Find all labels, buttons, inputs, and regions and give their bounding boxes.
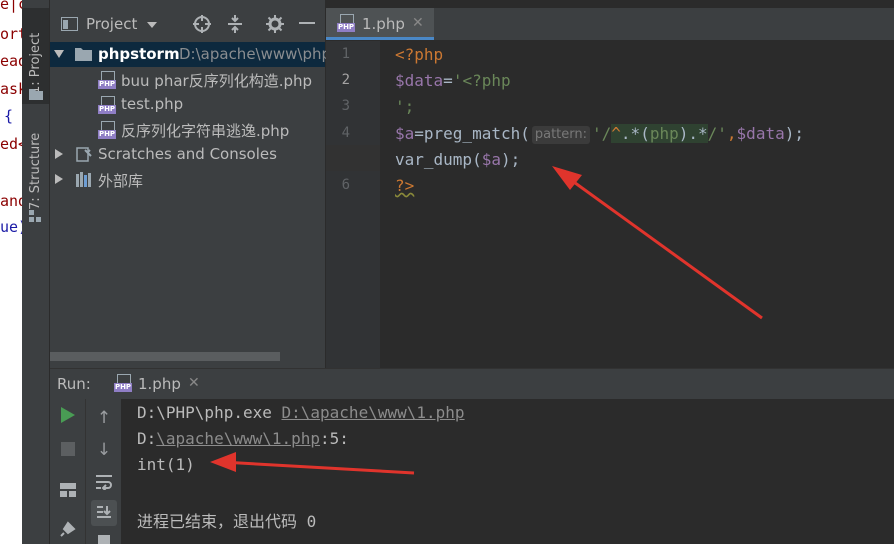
annotation-arrow-editor [552,166,763,320]
annotation-overlay [210,166,763,475]
annotation-arrow-console [210,452,415,475]
